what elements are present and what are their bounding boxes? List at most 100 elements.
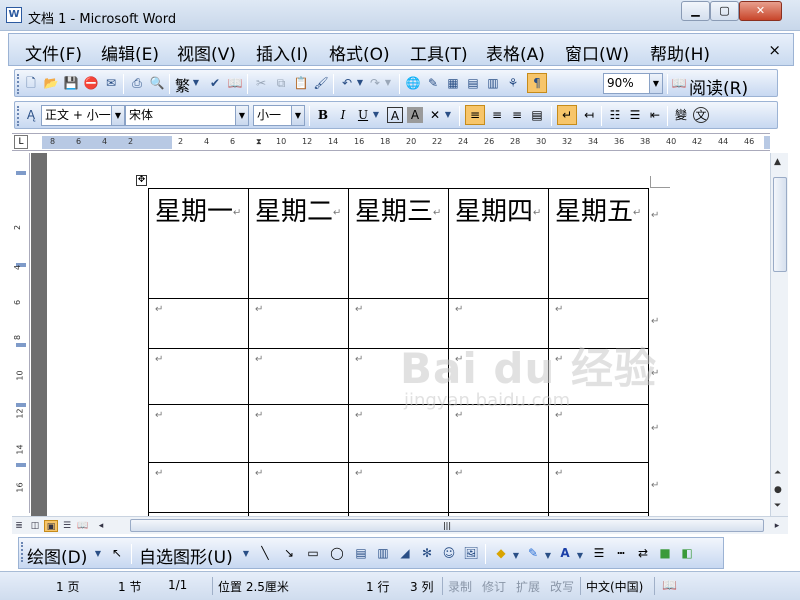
drawing-toggle-icon[interactable]: ⚘ (505, 75, 521, 91)
outline-view-icon[interactable]: ☰ (60, 520, 74, 532)
close-document-button[interactable]: × (768, 41, 781, 59)
print-icon[interactable]: ⎙ (129, 75, 145, 91)
save-icon[interactable]: 💾 (63, 75, 79, 91)
menu-view[interactable]: 视图(V) (177, 40, 236, 65)
spelling-check-icon[interactable]: ✔ (207, 75, 223, 91)
draw-menu-button[interactable]: 绘图(D) (27, 543, 87, 568)
phonetic-guide-button[interactable]: 文 (693, 107, 709, 123)
decrease-indent-icon[interactable]: ⇤ (647, 107, 663, 123)
redo-icon[interactable]: ↷ (367, 75, 383, 91)
toolbar-grip[interactable] (17, 74, 20, 94)
styles-icon[interactable]: Ą (23, 107, 39, 123)
close-window-button[interactable]: ✕ (739, 1, 782, 21)
menu-table[interactable]: 表格(A) (486, 40, 545, 65)
insert-table-icon[interactable]: ▦ (445, 75, 461, 91)
line-style-icon[interactable]: ☰ (591, 545, 607, 561)
vertical-scroll-thumb[interactable] (773, 177, 787, 272)
permission-icon[interactable]: ⛔ (83, 75, 99, 91)
chevron-down-icon[interactable]: ▼ (111, 106, 124, 125)
email-icon[interactable]: ✉ (103, 75, 119, 91)
menu-help[interactable]: 帮助(H) (650, 40, 710, 65)
oval-tool-icon[interactable]: ◯ (329, 545, 345, 561)
character-scaling-icon[interactable]: ✕ (427, 107, 443, 123)
shadow-style-icon[interactable]: ■ (657, 545, 673, 561)
chevron-down-icon[interactable]: ▼ (371, 107, 381, 123)
reading-view-icon[interactable]: 📖 (76, 520, 90, 532)
table-cell[interactable]: ↵ (248, 404, 349, 463)
chevron-down-icon[interactable]: ▼ (355, 75, 365, 91)
insert-picture-icon[interactable]: 🖼 (463, 545, 479, 561)
vertical-ruler[interactable]: 2 4 6 8 10 12 14 16 (12, 153, 30, 513)
menu-tools[interactable]: 工具(T) (410, 40, 468, 65)
traditional-chinese-button[interactable]: 繁 (175, 75, 190, 96)
fill-color-icon[interactable]: ◆ (493, 545, 509, 561)
text-box-icon[interactable]: ▤ (353, 545, 369, 561)
format-painter-icon[interactable]: 🖌 (313, 75, 329, 91)
table-cell[interactable]: ↵ (148, 298, 249, 349)
horizontal-scrollbar[interactable]: ≣ ◫ ▣ ☰ 📖 ◂ ||| ▸ (12, 516, 788, 534)
status-language[interactable]: 中文(中国) (586, 578, 643, 595)
rectangle-tool-icon[interactable]: ▭ (305, 545, 321, 561)
dash-style-icon[interactable]: ┅ (613, 545, 629, 561)
font-color-icon[interactable]: A (557, 545, 573, 561)
horizontal-ruler[interactable]: L 8 6 4 2 2 4 6 ⧗ 10 12 14 16 18 20 22 2… (12, 133, 770, 151)
table-cell[interactable]: ↵ (248, 462, 349, 513)
arrow-style-icon[interactable]: ⇄ (635, 545, 651, 561)
table-cell[interactable]: ↵ (448, 462, 549, 513)
copy-icon[interactable]: ⧉ (273, 75, 289, 91)
table-cell[interactable]: ↵ (348, 462, 449, 513)
show-hide-marks-icon[interactable]: ¶ (527, 73, 547, 93)
zoom-dropdown[interactable]: 90% ▼ (603, 73, 663, 94)
horizontal-scroll-thumb[interactable]: ||| (130, 519, 764, 532)
menu-insert[interactable]: 插入(I) (256, 40, 308, 65)
scroll-right-arrow-icon[interactable]: ▸ (770, 520, 784, 532)
table-cell[interactable]: ↵ (248, 298, 349, 349)
hyperlink-icon[interactable]: 🌐 (405, 75, 421, 91)
web-view-icon[interactable]: ◫ (28, 520, 42, 532)
browse-object-icon[interactable]: ● (774, 485, 782, 495)
chevron-down-icon[interactable]: ▼ (291, 106, 304, 125)
paste-icon[interactable]: 📋 (293, 75, 309, 91)
table-move-handle[interactable]: ✥ (136, 175, 147, 186)
insert-excel-icon[interactable]: ▤ (465, 75, 481, 91)
chevron-down-icon[interactable]: ▼ (241, 546, 251, 562)
chevron-down-icon[interactable]: ▼ (575, 548, 585, 564)
word-app-icon[interactable]: W (6, 7, 22, 23)
toolbar-grip[interactable] (17, 106, 20, 126)
character-shading-button[interactable]: A (407, 107, 423, 123)
table-cell[interactable]: ↵ (448, 404, 549, 463)
font-size-dropdown[interactable]: 小一 ▼ (253, 105, 305, 126)
maximize-button[interactable]: ▢ (710, 1, 739, 21)
italic-button[interactable]: I (335, 107, 351, 123)
text-direction-icon[interactable]: ↵ (557, 105, 577, 125)
read-mode-button[interactable]: 阅读(R) (689, 74, 748, 99)
columns-icon[interactable]: ▥ (485, 75, 501, 91)
minimize-button[interactable]: ▁ (681, 1, 710, 21)
spelling-status-icon[interactable]: 📖 (662, 578, 677, 592)
chevron-down-icon[interactable]: ▼ (383, 75, 393, 91)
table-cell[interactable]: ↵ (148, 404, 249, 463)
chevron-down-icon[interactable]: ▼ (191, 75, 201, 91)
previous-page-icon[interactable]: ⏶ (774, 468, 781, 478)
chevron-down-icon[interactable]: ▼ (511, 548, 521, 564)
ruler-indent-marker[interactable]: ⧗ (256, 137, 262, 147)
rtl-direction-icon[interactable]: ↤ (581, 107, 597, 123)
menu-window[interactable]: 窗口(W) (565, 40, 629, 65)
table-header-cell[interactable]: 星期五↵ (548, 188, 649, 299)
bullets-icon[interactable]: ☰ (627, 107, 643, 123)
menu-edit[interactable]: 编辑(E) (101, 40, 159, 65)
wordart-icon[interactable]: ◢ (397, 545, 413, 561)
status-extend-selection[interactable]: 扩展 (516, 578, 540, 595)
arrow-tool-icon[interactable]: ↘ (281, 545, 297, 561)
open-folder-icon[interactable]: 📂 (43, 75, 59, 91)
status-track-changes[interactable]: 修订 (482, 578, 506, 595)
chevron-down-icon[interactable]: ▼ (649, 74, 662, 93)
print-preview-icon[interactable]: 🔍 (149, 75, 165, 91)
menu-format[interactable]: 格式(O) (329, 40, 390, 65)
print-layout-view-icon[interactable]: ▣ (44, 520, 58, 532)
traditional-convert-icon[interactable]: 變 (673, 107, 689, 123)
align-justify-icon[interactable]: ≡ (465, 105, 485, 125)
line-color-icon[interactable]: ✎ (525, 545, 541, 561)
chevron-down-icon[interactable]: ▼ (93, 546, 103, 562)
toolbar-grip[interactable] (21, 542, 24, 562)
